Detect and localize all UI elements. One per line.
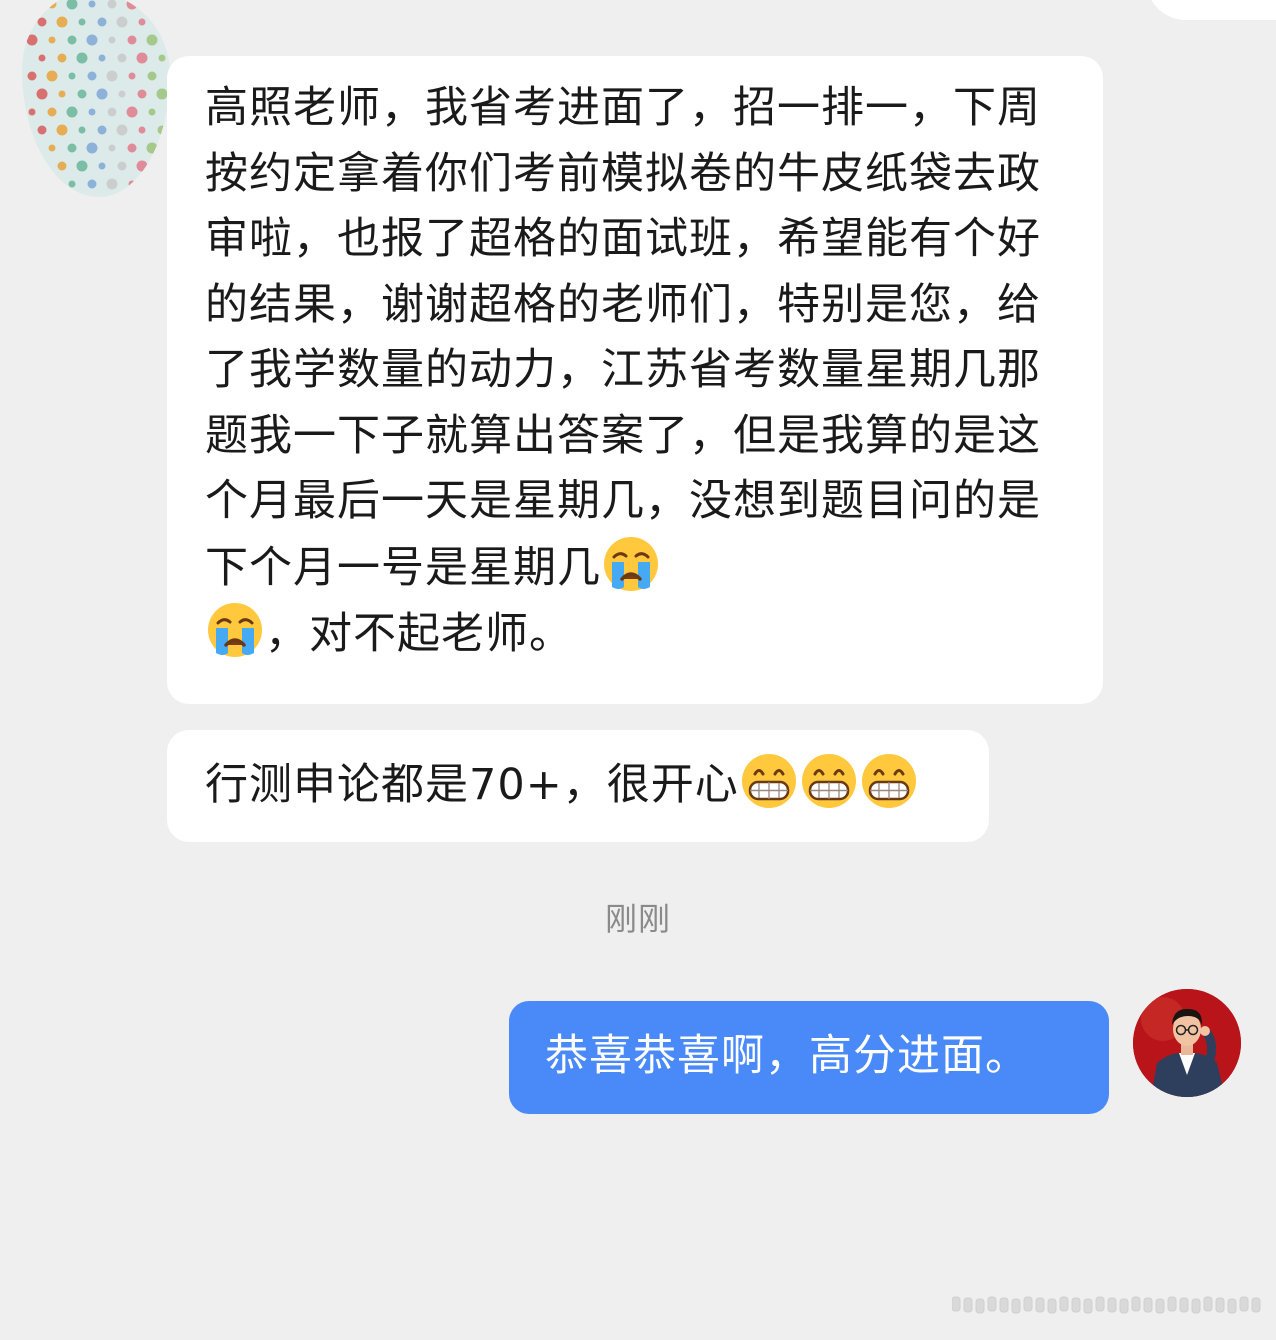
grinning-face-icon (860, 752, 918, 810)
loudly-crying-face-icon (602, 535, 660, 593)
message-timestamp: 刚刚 (604, 900, 671, 938)
sender-avatar[interactable] (22, 0, 170, 197)
message-body: 行测申论都是70+，很开心 (205, 760, 739, 810)
incoming-message-bubble[interactable]: 行测申论都是70+，很开心 (167, 730, 989, 842)
message-body: 高照老师，我省考进面了，招一排一，下周按约定拿着你们考前模拟卷的牛皮纸袋去政审啦… (205, 83, 1041, 593)
message-tail: ，对不起老师。 (265, 609, 573, 659)
user-avatar[interactable] (1133, 989, 1241, 1097)
message-text: 高照老师，我省考进面了，招一排一，下周按约定拿着你们考前模拟卷的牛皮纸袋去政审啦… (205, 76, 1075, 668)
outgoing-message-bubble[interactable]: 恭喜恭喜啊，高分进面。 (509, 1001, 1109, 1114)
top-panel-corner (1146, 0, 1276, 20)
polka-dot-pattern-icon (26, 0, 168, 190)
message-text: 恭喜恭喜啊，高分进面。 (545, 1031, 1029, 1081)
person-photo-icon (1133, 989, 1241, 1097)
loudly-crying-face-icon (206, 601, 264, 659)
watermark-strip (952, 1296, 1261, 1314)
grinning-face-icon (800, 752, 858, 810)
message-text: 行测申论都是70+，很开心 (205, 752, 989, 818)
grinning-face-icon (740, 752, 798, 810)
incoming-message-bubble[interactable]: 高照老师，我省考进面了，招一排一，下周按约定拿着你们考前模拟卷的牛皮纸袋去政审啦… (167, 56, 1103, 704)
